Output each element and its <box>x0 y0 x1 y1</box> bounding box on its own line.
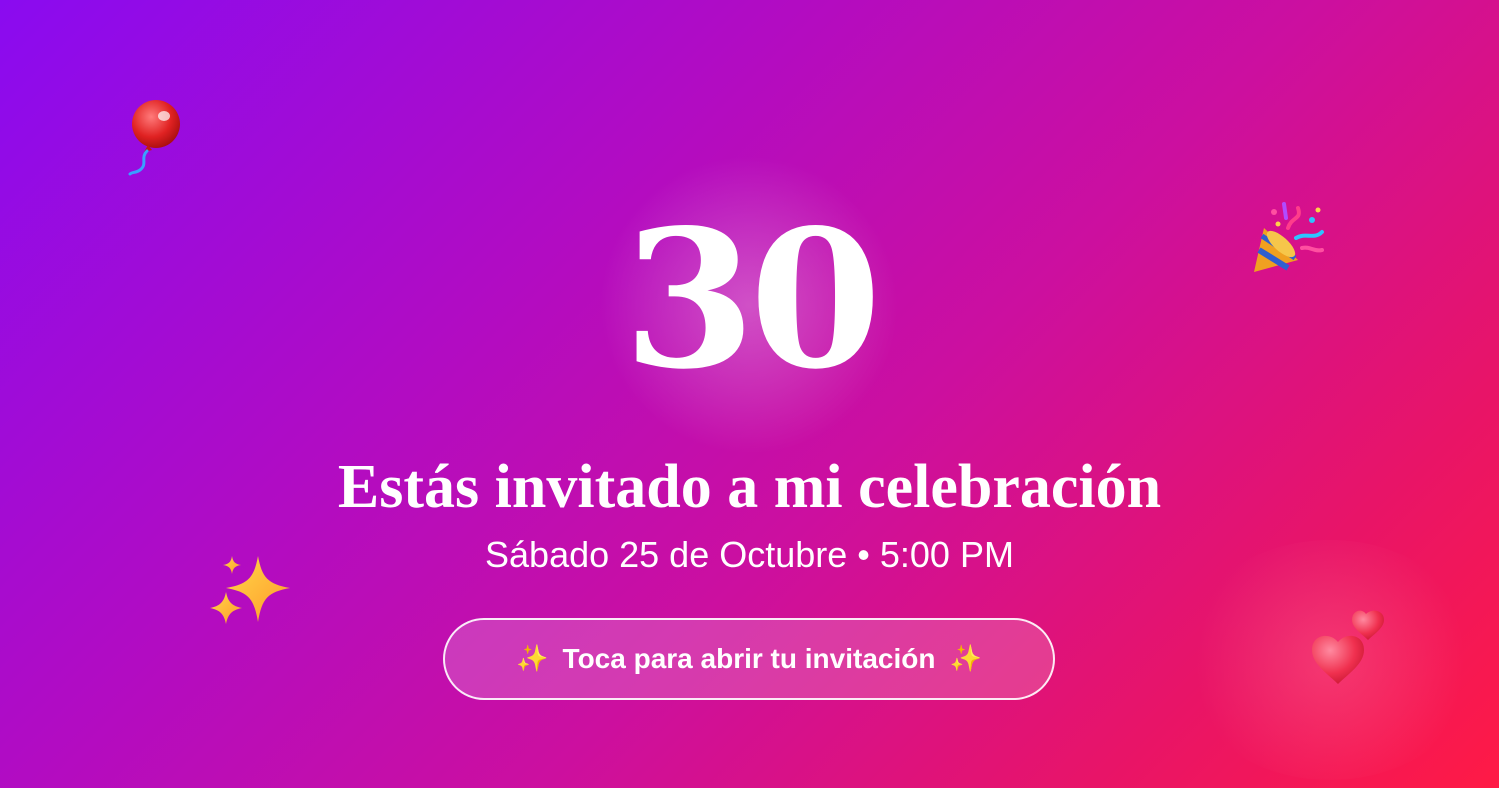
open-invitation-label: Toca para abrir tu invitación <box>562 643 936 674</box>
balloon-icon <box>128 100 180 176</box>
age-number: 30 <box>623 188 881 411</box>
sparkle-icon: ✨ <box>949 644 982 674</box>
invitation-headline: Estás invitado a mi celebración <box>337 453 1162 521</box>
open-invitation-button[interactable]: ✨ Toca para abrir tu invitación ✨ <box>443 618 1055 700</box>
event-date-time: Sábado 25 de Octubre • 5:00 PM <box>485 534 1014 575</box>
hearts-icon <box>1312 610 1384 684</box>
sparkle-icon: ✨ <box>516 644 549 674</box>
